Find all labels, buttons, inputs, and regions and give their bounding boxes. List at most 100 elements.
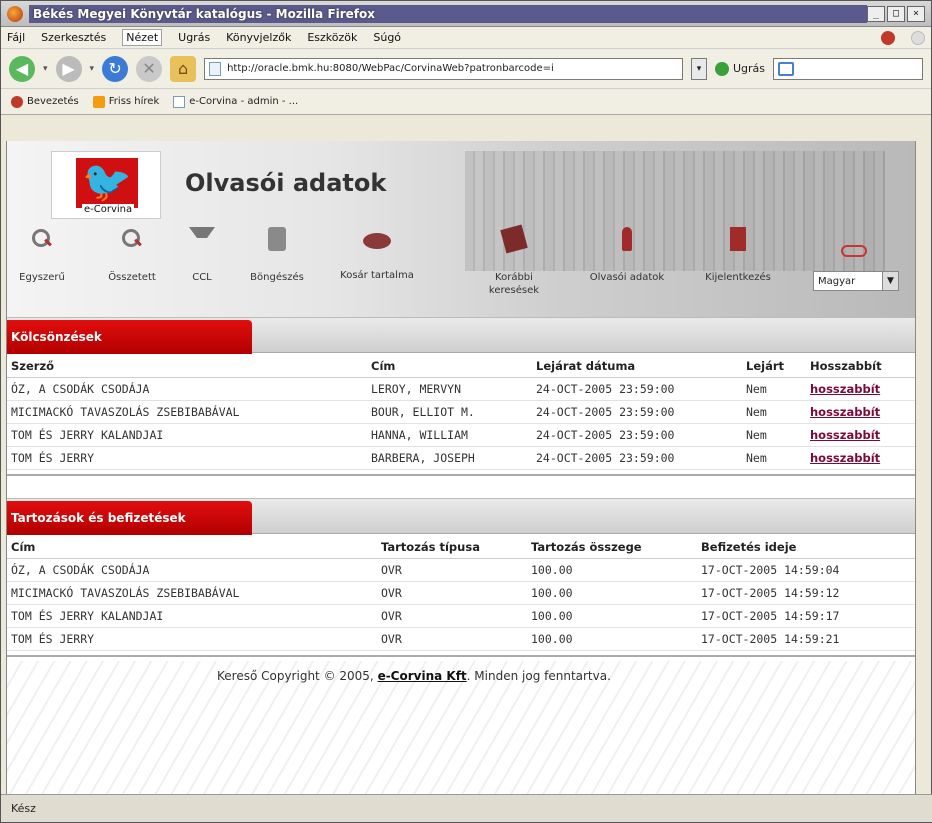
table-row: MICIMACKÓ TAVASZOLÁS ZSEBIBABÁVAL OVR 100.… (7, 581, 915, 605)
menu-view[interactable]: Nézet (122, 29, 163, 46)
tool-label: Kijelentkezés (705, 272, 771, 283)
column-header: Hosszabbít (806, 353, 915, 378)
status-text: Kész (11, 802, 36, 815)
renew-link[interactable]: hosszabbít (810, 451, 880, 465)
activity-icon (911, 30, 925, 45)
maximize-button[interactable]: □ (887, 5, 905, 22)
loans-heading: Kölcsönzések (7, 320, 252, 354)
table-cell: 17-OCT-2005 14:59:17 (697, 604, 915, 628)
language-value: Magyar (818, 275, 856, 287)
magnifier-plus-icon (119, 227, 145, 251)
tool-label: Kosár tartalma (340, 270, 414, 281)
menu-edit[interactable]: Szerkesztés (41, 31, 106, 44)
renew-link[interactable]: hosszabbít (810, 382, 880, 396)
table-cell: OVR (377, 627, 527, 651)
back-arrow-icon[interactable]: ◀ (9, 55, 35, 82)
tool-previous-searches[interactable]: Korábbi keresések (469, 224, 559, 297)
menu-go[interactable]: Ugrás (178, 31, 210, 44)
back-dropdown-icon[interactable]: ▾ (43, 64, 48, 74)
column-header: Cím (7, 534, 377, 559)
url-text: http://oracle.bmk.hu:8080/WebPac/Corvina… (227, 63, 554, 74)
menu-tools[interactable]: Eszközök (307, 31, 357, 44)
go-button[interactable]: Ugrás (714, 61, 765, 76)
debts-heading: Tartozások és befizetések (7, 501, 252, 535)
debts-section: Tartozások és befizetések Cím Tartozás t… (7, 498, 915, 657)
minimize-button[interactable]: _ (867, 5, 885, 22)
table-cell: TOM ÉS JERRY KALANDJAI (7, 604, 377, 628)
status-bar: Kész (1, 794, 932, 822)
table-row: ÓZ, A CSODÁK CSODÁJA LEROY, MERVYN 24-OCT-… (7, 377, 915, 401)
table-cell: 100.00 (527, 558, 697, 582)
tool-logout[interactable]: Kijelentkezés (693, 227, 783, 284)
table-row: TOM ÉS JERRY KALANDJAI OVR 100.00 17-OCT-20… (7, 604, 915, 628)
column-header: Lejárat dátuma (532, 353, 742, 378)
bookmark-label: Bevezetés (27, 96, 79, 107)
throbber-icon (881, 30, 895, 45)
forward-dropdown-icon[interactable]: ▾ (90, 64, 95, 74)
chevron-down-icon: ▼ (882, 272, 898, 290)
catalog-toolbar: Egyszerű Összetett CCL Böngészés Kosár t… (7, 224, 915, 317)
go-label: Ugrás (732, 62, 765, 75)
title-bar: Békés Megyei Könyvtár katalógus - Mozill… (1, 1, 931, 27)
table-cell: hosszabbít (806, 377, 915, 401)
table-cell: TOM ÉS JERRY KALANDJAI (7, 423, 367, 447)
table-row: MICIMACKÓ TAVASZOLÁS ZSEBIBABÁVAL BOUR, E… (7, 400, 915, 424)
language-icon (841, 245, 867, 257)
history-box-icon (500, 224, 528, 254)
menu-bookmarks[interactable]: Könyvjelzők (226, 31, 291, 44)
page-title: Olvasói adatok (185, 169, 387, 197)
tool-basket[interactable]: Kosár tartalma (332, 227, 422, 282)
tool-label: Egyszerű (19, 272, 65, 283)
menu-help[interactable]: Súgó (373, 31, 401, 44)
table-cell: OVR (377, 604, 527, 628)
forward-arrow-icon[interactable]: ▶ (55, 55, 82, 82)
menu-bar: Fájl Szerkesztés Nézet Ugrás Könyvjelzők… (1, 27, 931, 49)
menu-file[interactable]: Fájl (7, 31, 25, 44)
funnel-icon (189, 227, 215, 251)
table-cell: 24-OCT-2005 23:59:00 (532, 400, 742, 424)
e-corvina-logo[interactable]: 🐦 e-Corvina (51, 151, 161, 219)
bookmark-e-corvina[interactable]: e-Corvina - admin - ... (173, 95, 298, 108)
navigation-toolbar: ◀ ▾ ▶ ▾ ↻ ✕ ⌂ http://oracle.bmk.hu:8080/… (1, 49, 931, 89)
table-cell: BARBERA, JOSEPH (367, 446, 532, 470)
bookmark-bevezetes[interactable]: Bevezetés (11, 95, 79, 108)
table-row: TOM ÉS JERRY KALANDJAI HANNA, WILLIAM 24-O… (7, 423, 915, 447)
close-button[interactable]: × (907, 5, 925, 22)
reload-icon[interactable]: ↻ (102, 55, 129, 82)
raven-icon: 🐦 (82, 159, 132, 205)
table-cell: 24-OCT-2005 23:59:00 (532, 423, 742, 447)
home-icon[interactable]: ⌂ (170, 55, 197, 82)
url-dropdown-icon[interactable]: ▾ (690, 57, 707, 80)
tool-simple-search[interactable]: Egyszerű (7, 227, 87, 284)
table-cell: 17-OCT-2005 14:59:21 (697, 627, 915, 651)
search-input[interactable] (773, 57, 923, 80)
search-engine-icon (778, 61, 794, 76)
table-cell: 100.00 (527, 604, 697, 628)
logout-icon (730, 227, 746, 251)
page-footer: Kereső Copyright © 2005, e-Corvina Kft. … (7, 661, 915, 796)
renew-link[interactable]: hosszabbít (810, 405, 880, 419)
stop-icon[interactable]: ✕ (136, 55, 163, 82)
table-cell: Nem (742, 400, 806, 424)
copyright-prefix: Kereső Copyright © 2005, (217, 669, 374, 683)
url-bar[interactable]: http://oracle.bmk.hu:8080/WebPac/Corvina… (204, 57, 683, 80)
renew-link[interactable]: hosszabbít (810, 428, 880, 442)
book-icon (268, 227, 286, 251)
tool-reader-data[interactable]: Olvasói adatok (582, 227, 672, 284)
loans-table: Szerző Cím Lejárat dátuma Lejárt Hosszab… (7, 353, 915, 470)
bookmark-friss-hirek[interactable]: Friss hírek (92, 95, 159, 108)
tool-browse[interactable]: Böngészés (232, 227, 322, 284)
table-cell: LEROY, MERVYN (367, 377, 532, 401)
page-icon (173, 95, 186, 108)
magnifier-icon (29, 227, 55, 251)
e-corvina-link[interactable]: e-Corvina Kft (378, 669, 467, 683)
language-select[interactable]: Magyar ▼ (813, 271, 899, 291)
copyright-suffix: . Minden jog fenntartva. (466, 669, 611, 683)
tool-label: Korábbi keresések (488, 272, 540, 296)
table-cell: ÓZ, A CSODÁK CSODÁJA (7, 558, 377, 582)
table-cell: TOM ÉS JERRY (7, 627, 377, 651)
bookmark-icon (11, 95, 23, 108)
table-row: ÓZ, A CSODÁK CSODÁJA OVR 100.00 17-OCT-2005… (7, 558, 915, 582)
table-cell: 24-OCT-2005 23:59:00 (532, 446, 742, 470)
table-cell: Nem (742, 377, 806, 401)
